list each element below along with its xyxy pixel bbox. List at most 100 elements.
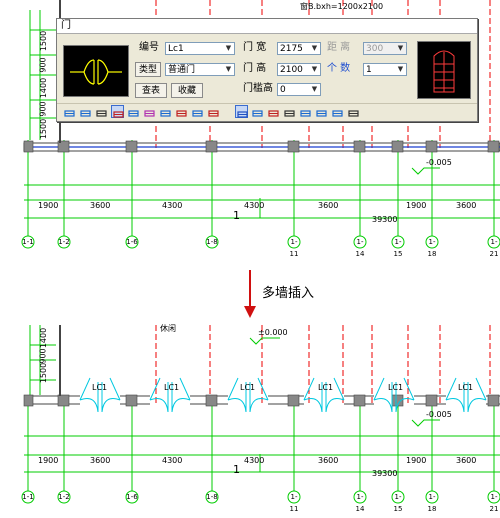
axis-insert-icon[interactable]	[127, 105, 140, 118]
width-label: 门 宽	[243, 42, 267, 53]
door-elevation-preview[interactable]	[417, 41, 471, 99]
height-value: 2100	[280, 65, 303, 75]
type-button[interactable]: 类型	[135, 62, 161, 77]
total-dimension-label: 39300	[372, 469, 398, 478]
center-insert-icon[interactable]	[111, 105, 124, 118]
axis-label: 1-1	[22, 493, 34, 501]
dimension-label: 1900	[406, 456, 427, 465]
corner-insert-icon[interactable]	[159, 105, 172, 118]
dimension-label: 4300	[162, 201, 183, 210]
axis-label: 1-6	[126, 493, 138, 501]
free-insert-icon[interactable]	[63, 105, 76, 118]
type-value: 普通门	[168, 65, 196, 75]
left-dim: 1500	[39, 118, 49, 140]
sill-value: 0	[280, 85, 286, 95]
distance-label: 距 离	[327, 42, 351, 53]
eyedropper-icon[interactable]	[251, 105, 264, 118]
type-field[interactable]: 普通门 ▼	[165, 63, 235, 76]
pickup-icon[interactable]	[235, 105, 248, 118]
dimension-label: 3600	[318, 201, 339, 210]
top-header-text: 窗B.bxh=1200x2100	[300, 2, 384, 11]
distance-field[interactable]: 300 ▼	[363, 42, 407, 55]
section-mark: 1	[233, 463, 240, 476]
elevation-label: -0.005	[426, 410, 452, 419]
hole-icon[interactable]	[315, 105, 328, 118]
favorites-button[interactable]: 收藏	[171, 83, 203, 98]
replace-icon[interactable]	[175, 105, 188, 118]
total-dimension-label: 39300	[372, 215, 398, 224]
number-value: Lc1	[168, 44, 184, 54]
dimension-label: 3600	[90, 201, 111, 210]
mirror-icon[interactable]	[267, 105, 280, 118]
axis-label: 1-21	[489, 238, 499, 258]
axis-label: 1-15	[393, 238, 403, 258]
dimension-label: 1900	[38, 201, 59, 210]
elevation-label: ±0.000	[258, 328, 288, 337]
combo-icon[interactable]	[347, 105, 360, 118]
sill-field[interactable]: 0 ▼	[277, 83, 321, 96]
room-label: 休闲	[160, 324, 176, 333]
dimension-label: 3600	[318, 456, 339, 465]
dimension-label: 3600	[456, 456, 477, 465]
axis-label: 1-15	[393, 493, 403, 513]
axis-label: 1-2	[58, 238, 70, 246]
down-arrow-icon	[244, 270, 256, 318]
axis-label: 1-8	[206, 238, 218, 246]
chevron-down-icon[interactable]: ▼	[223, 64, 234, 75]
door-label: LC1	[388, 383, 404, 392]
window-icon[interactable]	[191, 105, 204, 118]
sill-label: 门槛高	[243, 83, 273, 94]
chevron-down-icon[interactable]: ▼	[395, 64, 406, 75]
axis-label: 1-18	[427, 493, 437, 513]
door-label: LC1	[458, 383, 474, 392]
axis-label: 1-14	[355, 493, 365, 513]
left-dim: 1500	[39, 362, 49, 384]
chevron-down-icon[interactable]: ▼	[309, 43, 320, 54]
chevron-down-icon[interactable]: ▼	[395, 43, 406, 54]
dimension-label: 1900	[38, 456, 59, 465]
door-label: LC1	[164, 383, 180, 392]
left-dim: 900	[38, 57, 48, 73]
width-field[interactable]: 2175 ▼	[277, 42, 321, 55]
left-dim: 1400	[39, 77, 49, 99]
door-dialog[interactable]: 门 编号 Lc1 ▼ 类型 普通门 ▼ 查表 收藏 门 宽 2175 ▼ 门 高…	[56, 18, 478, 122]
multi-wall-insert-caption: 多墙插入	[262, 286, 315, 301]
dimension-label: 4300	[244, 201, 265, 210]
count-label: 个 数	[327, 63, 351, 74]
door-plan-icon	[70, 59, 122, 85]
door-label: LC1	[92, 383, 108, 392]
left-dim: 900	[38, 101, 48, 117]
section-mark: 1	[233, 209, 240, 222]
count-field[interactable]: 1 ▼	[363, 63, 407, 76]
axis-label: 1-18	[427, 238, 437, 258]
dimension-label: 3600	[90, 456, 111, 465]
wall-equal-insert-icon[interactable]	[143, 105, 156, 118]
chevron-down-icon[interactable]: ▼	[223, 43, 234, 54]
left-dim: 1500	[39, 30, 49, 52]
count-value: 1	[366, 65, 372, 75]
axis-label: 1-11	[289, 493, 299, 513]
number-label: 编号	[139, 42, 159, 53]
lookup-button[interactable]: 查表	[135, 83, 167, 98]
axis-label: 1-8	[206, 493, 218, 501]
axis-equal-insert-icon[interactable]	[95, 105, 108, 118]
door-label: LC1	[318, 383, 334, 392]
axis-label: 1-1	[22, 238, 34, 246]
axis-label: 1-14	[355, 238, 365, 258]
chevron-down-icon[interactable]: ▼	[309, 64, 320, 75]
dimension-label: 3600	[456, 201, 477, 210]
dimension-label: 1900	[406, 201, 427, 210]
door-type-icon[interactable]	[331, 105, 344, 118]
arc-window-icon[interactable]	[299, 105, 312, 118]
along-wall-insert-icon[interactable]	[79, 105, 92, 118]
dialog-title[interactable]: 门	[57, 19, 477, 34]
distance-value: 300	[366, 44, 384, 54]
dimension-label: 4300	[244, 456, 265, 465]
elevation-label: -0.005	[426, 158, 452, 167]
chevron-down-icon[interactable]: ▼	[309, 84, 320, 95]
door-plan-preview[interactable]	[63, 45, 129, 97]
height-field[interactable]: 2100 ▼	[277, 63, 321, 76]
bay-window-icon[interactable]	[283, 105, 296, 118]
number-field[interactable]: Lc1 ▼	[165, 42, 235, 55]
door-icon[interactable]	[207, 105, 220, 118]
